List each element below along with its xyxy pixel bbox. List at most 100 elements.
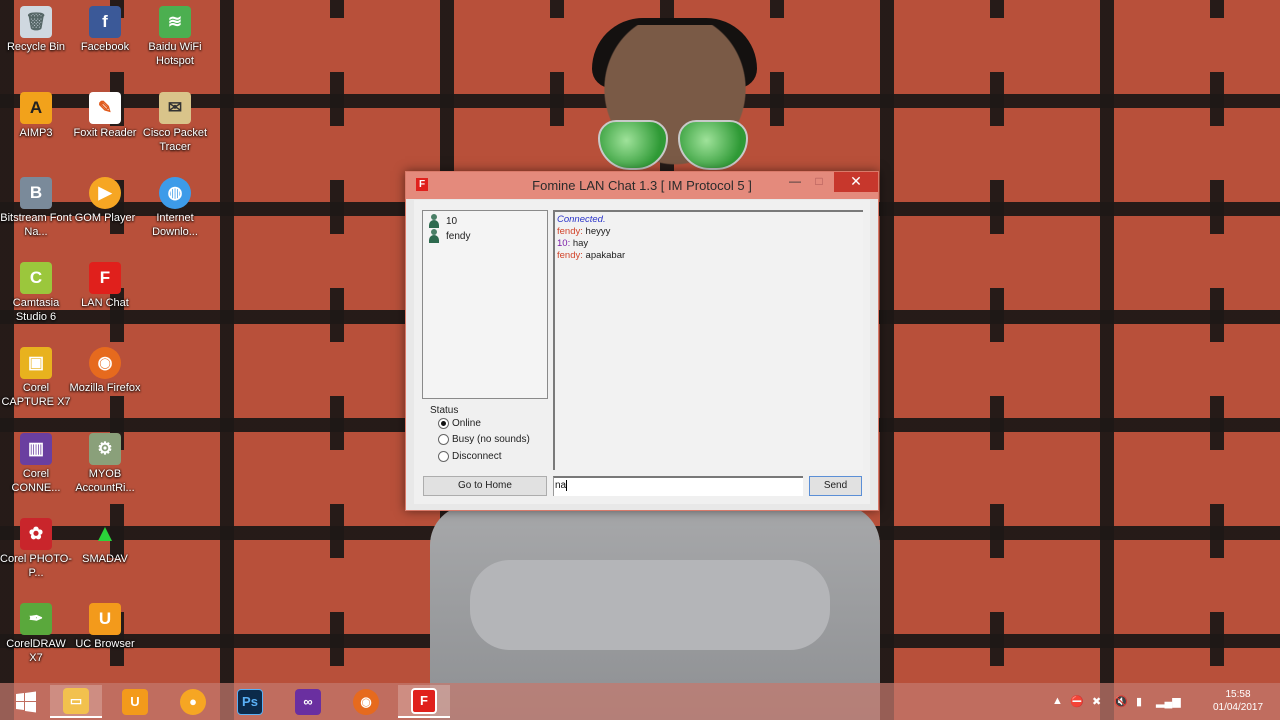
show-hidden-icons-icon[interactable]: ▲	[1052, 695, 1063, 707]
camtasia-icon: C	[20, 262, 52, 294]
system-tray: ▲ ⛔ ✖ 🔇 ▮ ▂▄▆ 15:58 01/04/2017	[1048, 683, 1268, 720]
wallpaper-lens-right	[678, 120, 748, 170]
desktop-icon-corel-photo-paint[interactable]: ✿ Corel PHOTO-P...	[0, 518, 72, 580]
radio-icon	[438, 451, 449, 462]
user-list-item[interactable]: fendy	[428, 229, 470, 243]
facebook-icon: f	[89, 6, 121, 38]
desktop-icon-uc-browser[interactable]: U UC Browser	[69, 603, 141, 651]
aimp-icon: A	[20, 92, 52, 124]
desktop-icon-myob[interactable]: ⚙ MYOB AccountRi...	[69, 433, 141, 495]
radio-label: Busy (no sounds)	[452, 434, 530, 445]
desktop-icon-label: AIMP3	[19, 127, 53, 139]
signal-icon[interactable]: ▂▄▆	[1156, 695, 1181, 708]
desktop-icon-label: SMADAV	[82, 553, 128, 565]
desktop-icon-label: Camtasia Studio 6	[12, 297, 60, 323]
minimize-button[interactable]: —	[782, 172, 808, 192]
coreldraw-icon: ✒	[20, 603, 52, 635]
desktop-icon-gom-player[interactable]: ▶ GOM Player	[69, 177, 141, 225]
desktop-icon-aimp3[interactable]: A AIMP3	[0, 92, 72, 140]
user-name: fendy	[446, 230, 471, 242]
status-radio-busy[interactable]: Busy (no sounds)	[438, 434, 530, 445]
user-list[interactable]: 10 fendy	[422, 210, 548, 399]
desktop-icon-corel-connect[interactable]: ▥ Corel CONNE...	[0, 433, 72, 495]
window-body: 10 fendy Status Online Busy (no sounds) …	[414, 200, 870, 504]
send-button[interactable]: Send	[809, 476, 862, 496]
desktop-icon-label: Corel PHOTO-P...	[0, 553, 72, 579]
user-list-item[interactable]: 10	[428, 214, 457, 228]
desktop-icon-baidu-wifi[interactable]: ≋ Baidu WiFi Hotspot	[139, 6, 211, 68]
user-icon	[428, 229, 440, 243]
smadav-icon: ▲	[93, 520, 117, 547]
desktop-icon-label: Facebook	[80, 41, 130, 53]
taskbar-gom-player[interactable]: ●	[167, 685, 219, 718]
close-button[interactable]: ✕	[834, 172, 878, 192]
chat-sender: 10	[557, 238, 568, 249]
gom-player-icon: ▶	[89, 177, 121, 209]
desktop-icon-idm[interactable]: ◍ Internet Downlo...	[139, 177, 211, 239]
corel-photo-paint-icon: ✿	[20, 518, 52, 550]
taskbar-visual-studio[interactable]: ∞	[282, 685, 334, 718]
desktop-icon-facebook[interactable]: f Facebook	[69, 6, 141, 54]
uc-browser-icon: U	[122, 688, 148, 715]
firefox-icon: ◉	[353, 688, 379, 715]
folder-icon: ▭	[63, 687, 89, 714]
chat-sender: fendy	[557, 226, 581, 237]
taskbar-photoshop[interactable]: Ps	[224, 685, 276, 718]
chat-text: apakabar	[582, 250, 626, 261]
desktop-icon-label: UC Browser	[75, 638, 135, 650]
taskbar-file-explorer[interactable]: ▭	[50, 685, 102, 718]
start-button[interactable]	[0, 685, 52, 718]
desktop-icon-smadav[interactable]: ▲ SMADAV	[69, 518, 141, 566]
desktop-icon-lan-chat[interactable]: F LAN Chat	[69, 262, 141, 310]
status-legend: Status	[430, 405, 459, 416]
clock-date: 01/04/2017	[1212, 702, 1264, 713]
volume-muted-icon[interactable]: 🔇	[1114, 695, 1128, 708]
desktop-icon-camtasia[interactable]: C Camtasia Studio 6	[0, 262, 72, 324]
connection-status-text: Connected.	[557, 214, 606, 225]
corel-capture-icon: ▣	[20, 347, 52, 379]
wallpaper-lens-left	[598, 120, 668, 170]
chat-log[interactable]: Connected. fendy: heyyy 10: hay fendy: a…	[553, 210, 863, 470]
desktop-icon-label: Recycle Bin	[6, 41, 66, 53]
status-radio-disconnect[interactable]: Disconnect	[438, 451, 501, 462]
wifi-status-icon[interactable]: ✖	[1092, 695, 1101, 708]
desktop-icon-label: Internet Downlo...	[152, 212, 198, 238]
status-radio-online[interactable]: Online	[438, 418, 481, 429]
globe-icon: ◍	[159, 177, 191, 209]
desktop-icon-firefox[interactable]: ◉ Mozilla Firefox	[69, 347, 141, 395]
taskbar-uc-browser[interactable]: U	[109, 685, 161, 718]
desktop-icon-label: CorelDRAW X7	[6, 638, 66, 664]
chat-text: heyyy	[582, 226, 611, 237]
desktop-icon-coreldraw[interactable]: ✒ CorelDRAW X7	[0, 603, 72, 665]
desktop-icon-label: GOM Player	[74, 212, 136, 224]
go-to-home-button[interactable]: Go to Home	[423, 476, 547, 496]
chat-message: fendy: apakabar	[557, 250, 861, 262]
photoshop-icon: Ps	[237, 688, 263, 715]
foxit-icon: ✎	[89, 92, 121, 124]
desktop-icon-label: LAN Chat	[81, 297, 129, 309]
battery-icon[interactable]: ▮	[1136, 695, 1142, 708]
maximize-button[interactable]: □	[806, 172, 832, 192]
desktop-icon-foxit-reader[interactable]: ✎ Foxit Reader	[69, 92, 141, 140]
desktop-icon-label: Baidu WiFi Hotspot	[148, 41, 202, 67]
desktop-icon-cisco-packet-tracer[interactable]: ✉ Cisco Packet Tracer	[139, 92, 211, 154]
message-input-value: na	[555, 480, 567, 492]
desktop-icon-bitstream[interactable]: B Bitstream Font Na...	[0, 177, 72, 239]
taskbar-clock[interactable]: 15:58 01/04/2017	[1208, 688, 1268, 714]
wallpaper-sunglasses	[598, 120, 748, 172]
myob-icon: ⚙	[89, 433, 121, 465]
desktop-icon-label: Cisco Packet Tracer	[142, 127, 208, 153]
desktop-icon-label: Mozilla Firefox	[69, 382, 141, 394]
network-status-icon[interactable]: ⛔	[1070, 695, 1084, 708]
radio-icon	[438, 434, 449, 445]
window-titlebar[interactable]: F Fomine LAN Chat 1.3 [ IM Protocol 5 ] …	[406, 172, 878, 199]
lan-chat-icon: F	[411, 687, 437, 714]
corel-connect-icon: ▥	[20, 433, 52, 465]
desktop-icon-corel-capture[interactable]: ▣ Corel CAPTURE X7	[0, 347, 72, 409]
desktop-icon-recycle-bin[interactable]: 🗑 Recycle Bin	[0, 6, 72, 54]
taskbar-lan-chat[interactable]: F	[398, 685, 450, 718]
wifi-icon: ≋	[159, 6, 191, 38]
taskbar-firefox[interactable]: ◉	[340, 685, 392, 718]
status-group: Status Online Busy (no sounds) Disconnec…	[422, 405, 548, 465]
message-input[interactable]: na	[553, 476, 803, 496]
